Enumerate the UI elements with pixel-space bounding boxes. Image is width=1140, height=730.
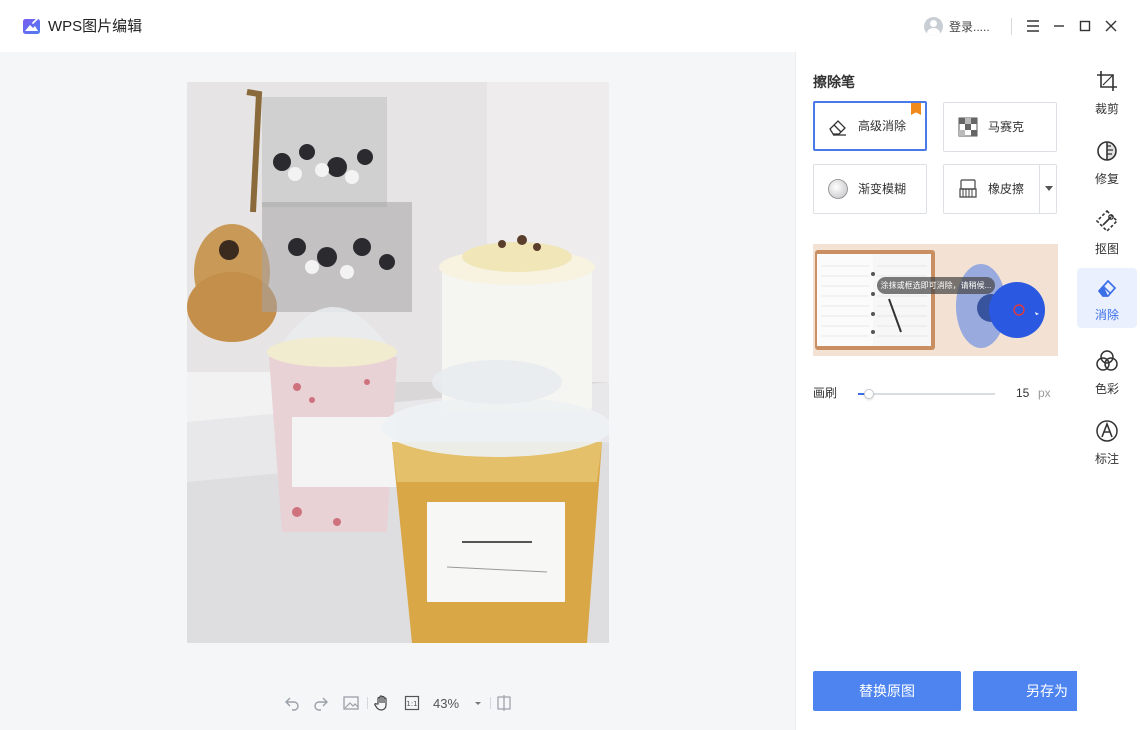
mosaic-icon xyxy=(958,117,978,137)
erase-panel: 擦除笔 高级消除 马赛克 渐变模糊 橡皮擦 涂抹或框选即可消除，请稍候... 画… xyxy=(795,52,1121,730)
rail-item-cutout[interactable]: 抠图 xyxy=(1077,204,1137,264)
crop-icon xyxy=(1097,71,1117,91)
tool-mosaic[interactable]: 马赛克 xyxy=(943,102,1057,152)
replace-original-button[interactable]: 替换原图 xyxy=(813,671,961,711)
rubber-eraser-icon xyxy=(959,179,977,198)
rail-item-erase[interactable]: 消除 xyxy=(1077,268,1137,328)
brush-value: 15 xyxy=(1016,386,1030,400)
cutout-icon xyxy=(1095,209,1119,233)
tool-label: 高级消除 xyxy=(858,119,907,133)
compare-icon[interactable] xyxy=(494,693,514,713)
tool-label: 渐变模糊 xyxy=(858,182,907,196)
color-icon xyxy=(1096,350,1118,371)
brush-unit: px xyxy=(1038,386,1051,400)
brush-slider[interactable] xyxy=(858,389,995,399)
rail-item-repair[interactable]: 修复 xyxy=(1077,134,1137,194)
login-link[interactable]: 登录..... xyxy=(949,19,990,35)
rail-label: 消除 xyxy=(1094,308,1119,322)
minimize-icon[interactable] xyxy=(1049,16,1069,36)
rail-label: 标注 xyxy=(1094,452,1119,466)
zoom-level[interactable]: 43% xyxy=(433,696,459,712)
repair-icon xyxy=(1097,141,1117,161)
zoom-dropdown-icon[interactable] xyxy=(468,693,488,713)
redo-icon[interactable] xyxy=(311,693,331,713)
image-icon[interactable] xyxy=(341,693,361,713)
tool-label: 橡皮擦 xyxy=(988,182,1025,196)
app-logo-icon xyxy=(23,17,40,34)
rail-item-annotate[interactable]: 标注 xyxy=(1077,414,1137,474)
tool-advanced-erase[interactable]: 高级消除 xyxy=(813,101,927,151)
rail-item-crop[interactable]: 裁剪 xyxy=(1077,64,1137,124)
rail-label: 抠图 xyxy=(1094,242,1119,256)
preview-image xyxy=(813,244,1058,356)
brush-label: 画刷 xyxy=(813,386,838,400)
premium-badge-icon xyxy=(911,103,921,115)
title-divider xyxy=(1011,18,1012,35)
rubber-eraser-dropdown[interactable] xyxy=(1039,165,1057,213)
toolbar-divider xyxy=(367,697,368,709)
actual-size-icon[interactable]: 1:1 xyxy=(402,693,422,713)
blur-icon xyxy=(828,179,848,199)
rail-label: 色彩 xyxy=(1094,382,1119,396)
photo-canvas[interactable] xyxy=(187,82,609,643)
rail-label: 修复 xyxy=(1094,172,1119,186)
app-title: WPS图片编辑 xyxy=(48,18,143,35)
bottom-toolbar: 1:1 43% xyxy=(0,688,795,718)
menu-icon[interactable] xyxy=(1023,16,1043,36)
tool-label: 马赛克 xyxy=(988,120,1025,134)
close-icon[interactable] xyxy=(1101,16,1121,36)
hand-icon[interactable] xyxy=(372,693,392,713)
canvas-area[interactable]: 1:1 43% xyxy=(0,52,795,730)
toolbar-divider xyxy=(490,697,491,709)
eraser-icon xyxy=(1097,279,1117,297)
undo-icon[interactable] xyxy=(282,693,302,713)
tool-gradient-blur[interactable]: 渐变模糊 xyxy=(813,164,927,214)
tool-rail: 裁剪 修复 抠图 消除 色彩 标注 xyxy=(1077,52,1140,730)
rail-item-color[interactable]: 色彩 xyxy=(1077,344,1137,404)
effect-preview: 涂抹或框选即可消除，请稍候... xyxy=(813,244,1058,356)
title-bar: WPS图片编辑 登录..... xyxy=(0,0,1140,52)
eraser-icon xyxy=(829,120,846,136)
brush-slider-handle[interactable] xyxy=(864,389,874,399)
svg-text:1:1: 1:1 xyxy=(406,700,417,708)
annotate-icon xyxy=(1096,420,1118,442)
rail-label: 裁剪 xyxy=(1094,102,1119,116)
tool-rubber-eraser[interactable]: 橡皮擦 xyxy=(943,164,1057,214)
maximize-icon[interactable] xyxy=(1075,16,1095,36)
panel-title: 擦除笔 xyxy=(813,74,855,90)
preview-tip: 涂抹或框选即可消除，请稍候... xyxy=(877,277,995,294)
avatar[interactable] xyxy=(924,17,943,36)
